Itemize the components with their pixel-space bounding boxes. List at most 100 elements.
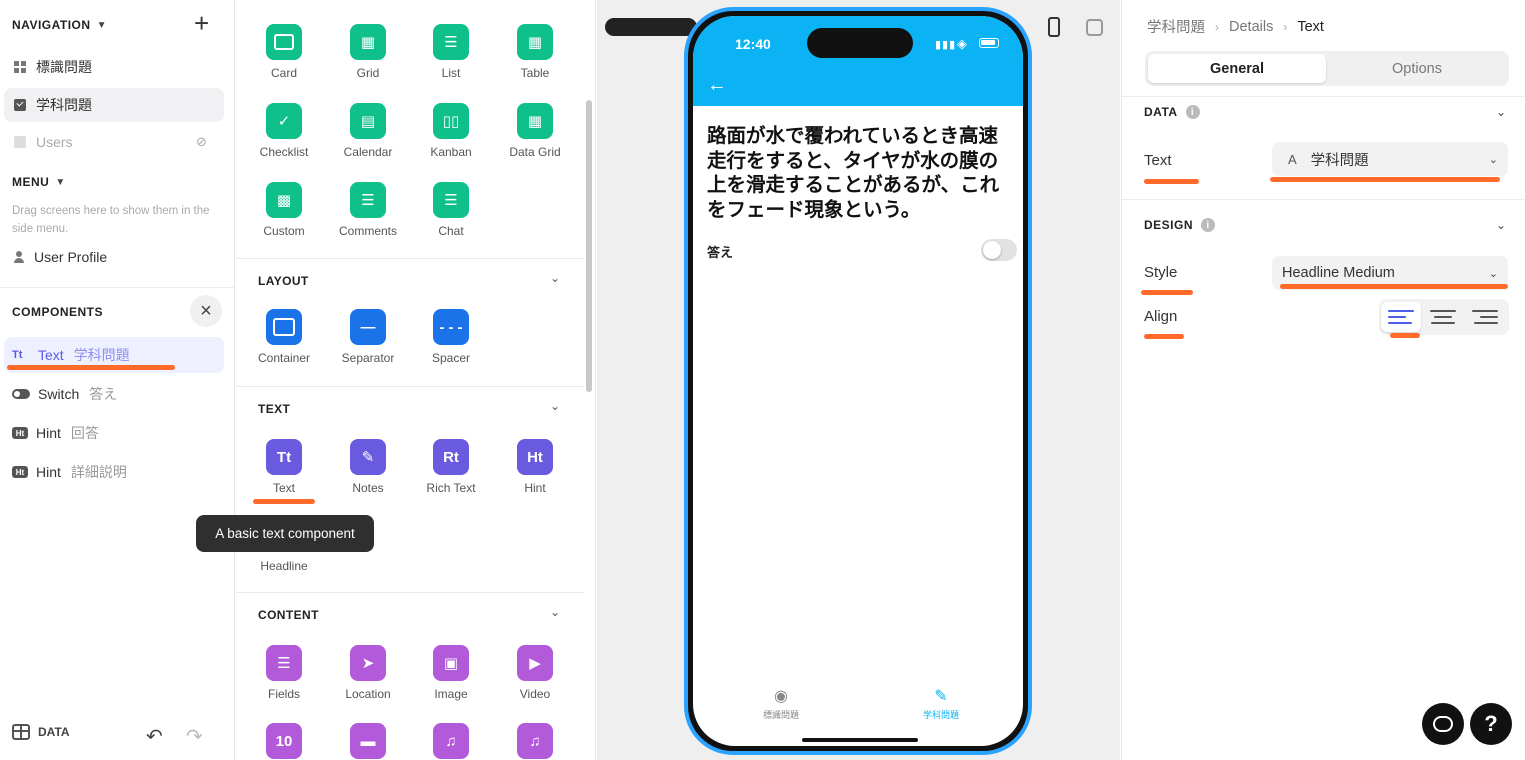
nav-item-label: 学科問題 [36, 97, 92, 113]
tile-label: Data Grid [509, 145, 561, 159]
close-button[interactable]: × [190, 295, 222, 327]
chevron-down-icon: ⌄ [1488, 153, 1498, 166]
switch-icon [12, 389, 30, 399]
nav-item-users[interactable]: Users ⊘ [4, 125, 224, 159]
navigation-label: NAVIGATION [12, 18, 91, 32]
section-label: CONTENT [258, 608, 319, 622]
align-segmented [1379, 299, 1509, 335]
tile-list[interactable]: ☰ List [406, 24, 496, 80]
tab-hyoshiki[interactable]: ◉ 標識問題 [741, 686, 821, 721]
tile-audio[interactable]: ♫ [406, 723, 496, 760]
tile-image[interactable]: ▣ Image [406, 645, 496, 701]
text-icon: Tt [12, 349, 23, 361]
tile-card[interactable]: Card [239, 24, 329, 80]
tile-location[interactable]: ➤ Location [323, 645, 413, 701]
tile-spacer[interactable]: - - - Spacer [406, 309, 496, 365]
answer-toggle[interactable] [981, 239, 1017, 261]
align-left-button[interactable] [1381, 302, 1421, 332]
component-hint[interactable]: Ht Hint 回答 [4, 415, 224, 451]
tile-fields[interactable]: ☰ Fields [239, 645, 329, 701]
chevron-down-icon[interactable]: ⌄ [1496, 105, 1506, 119]
tile-comments[interactable]: ☰ Comments [323, 182, 413, 238]
text-source-dropdown[interactable]: A 学科問題 ⌄ [1272, 142, 1508, 176]
align-right-button[interactable] [1465, 302, 1505, 332]
menu-header[interactable]: MENU ▼ [12, 175, 66, 189]
content-section: CONTENT ⌄ ☰ Fields ➤ Location ▣ Image ▶ … [236, 592, 584, 760]
help-button[interactable]: ? [1470, 703, 1512, 745]
components-header: COMPONENTS [12, 305, 103, 319]
back-arrow-icon[interactable]: ← [707, 74, 727, 97]
tile-checklist[interactable]: ✓ Checklist [239, 103, 329, 159]
tile-label: Notes [352, 481, 384, 495]
location-icon: ➤ [350, 645, 386, 681]
tab-general[interactable]: General [1148, 54, 1326, 83]
style-prop-label: Style [1144, 264, 1178, 281]
tab-options[interactable]: Options [1328, 54, 1506, 83]
grid-icon [14, 61, 26, 73]
breadcrumb-item[interactable]: Details [1229, 19, 1273, 35]
chevron-down-icon[interactable]: ⌄ [550, 271, 560, 285]
text-icon: Tt [266, 439, 302, 475]
tile-separator[interactable]: — Separator [323, 309, 413, 365]
chat-support-button[interactable] [1422, 703, 1464, 745]
palette-scrollbar[interactable] [586, 100, 592, 392]
tile-number[interactable]: 10 [239, 723, 329, 760]
tile-kanban[interactable]: ▯▯ Kanban [406, 103, 496, 159]
breadcrumb-item[interactable]: 学科問題 [1147, 16, 1205, 37]
nav-item-gakka[interactable]: 学科問題 [4, 88, 224, 122]
tile-chat[interactable]: ☰ Chat [406, 182, 496, 238]
undo-icon[interactable]: ↶ [146, 724, 163, 749]
tablet-icon[interactable] [1086, 19, 1103, 36]
redo-icon[interactable]: ↷ [186, 724, 203, 749]
text-section: TEXT ⌄ Tt Text ✎ Notes Rt Rich Text Ht H… [236, 386, 584, 592]
separator-icon: — [350, 309, 386, 345]
add-screen-button[interactable]: + [194, 10, 209, 36]
chat-icon: ☰ [433, 182, 469, 218]
info-icon[interactable]: i [1201, 218, 1216, 232]
table-icon: ▦ [517, 24, 553, 60]
tile-grid[interactable]: ▦ Grid [323, 24, 413, 80]
data-button[interactable]: DATA [12, 724, 70, 740]
tile-container[interactable]: Container [239, 309, 329, 365]
align-center-button[interactable] [1423, 302, 1463, 332]
question-headline[interactable]: 路面が水で覆われているとき高速走行をすると、タイヤが水の膜の上を滑走することがあ… [707, 124, 1017, 222]
tile-rich-text[interactable]: Rt Rich Text [406, 439, 496, 495]
tile-text[interactable]: Tt Text [239, 427, 329, 505]
info-icon[interactable]: i [1185, 105, 1200, 119]
menu-label: MENU [12, 175, 50, 189]
tile-headline[interactable]: Headline [239, 559, 329, 573]
design-section-header[interactable]: DESIGN i [1144, 218, 1216, 232]
divider [0, 287, 234, 288]
breadcrumb-current: Text [1297, 18, 1324, 35]
chevron-down-icon[interactable]: ⌄ [550, 399, 560, 413]
nav-item-hyoshiki[interactable]: 標識問題 [4, 50, 224, 84]
tile-button[interactable]: ▬ [323, 723, 413, 760]
check-icon [14, 99, 26, 111]
chevron-down-icon[interactable]: ⌄ [550, 605, 560, 619]
component-switch[interactable]: Switch 答え [4, 376, 224, 412]
menu-item-user-profile[interactable]: User Profile [4, 240, 224, 274]
component-name: 回答 [70, 425, 99, 441]
component-hint[interactable]: Ht Hint 詳細説明 [4, 454, 224, 490]
dropdown-value: Headline Medium [1282, 265, 1395, 281]
hidden-eye-icon[interactable]: ⊘ [196, 134, 207, 150]
tile-hint[interactable]: Ht Hint [490, 439, 580, 495]
phone-icon[interactable] [1048, 17, 1060, 37]
tile-video[interactable]: ▶ Video [490, 645, 580, 701]
canvas-pill [605, 18, 697, 36]
chevron-down-icon: ▼ [55, 176, 66, 188]
annotation-underline [1141, 290, 1193, 295]
tile-data-grid[interactable]: ▦ Data Grid [490, 103, 580, 159]
tab-gakka[interactable]: ✎ 学科問題 [901, 686, 981, 721]
navigation-header[interactable]: NAVIGATION ▼ [12, 18, 107, 32]
data-section-header[interactable]: DATA i [1144, 105, 1200, 119]
component-type: Text [38, 347, 64, 363]
tile-audio-2[interactable]: ♫ [490, 723, 580, 760]
tile-custom[interactable]: ▩ Custom [239, 182, 329, 238]
tile-table[interactable]: ▦ Table [490, 24, 580, 80]
kanban-icon: ▯▯ [433, 103, 469, 139]
component-type: Switch [38, 386, 80, 402]
chevron-down-icon[interactable]: ⌄ [1496, 218, 1506, 232]
tile-notes[interactable]: ✎ Notes [323, 439, 413, 495]
tile-calendar[interactable]: ▤ Calendar [323, 103, 413, 159]
